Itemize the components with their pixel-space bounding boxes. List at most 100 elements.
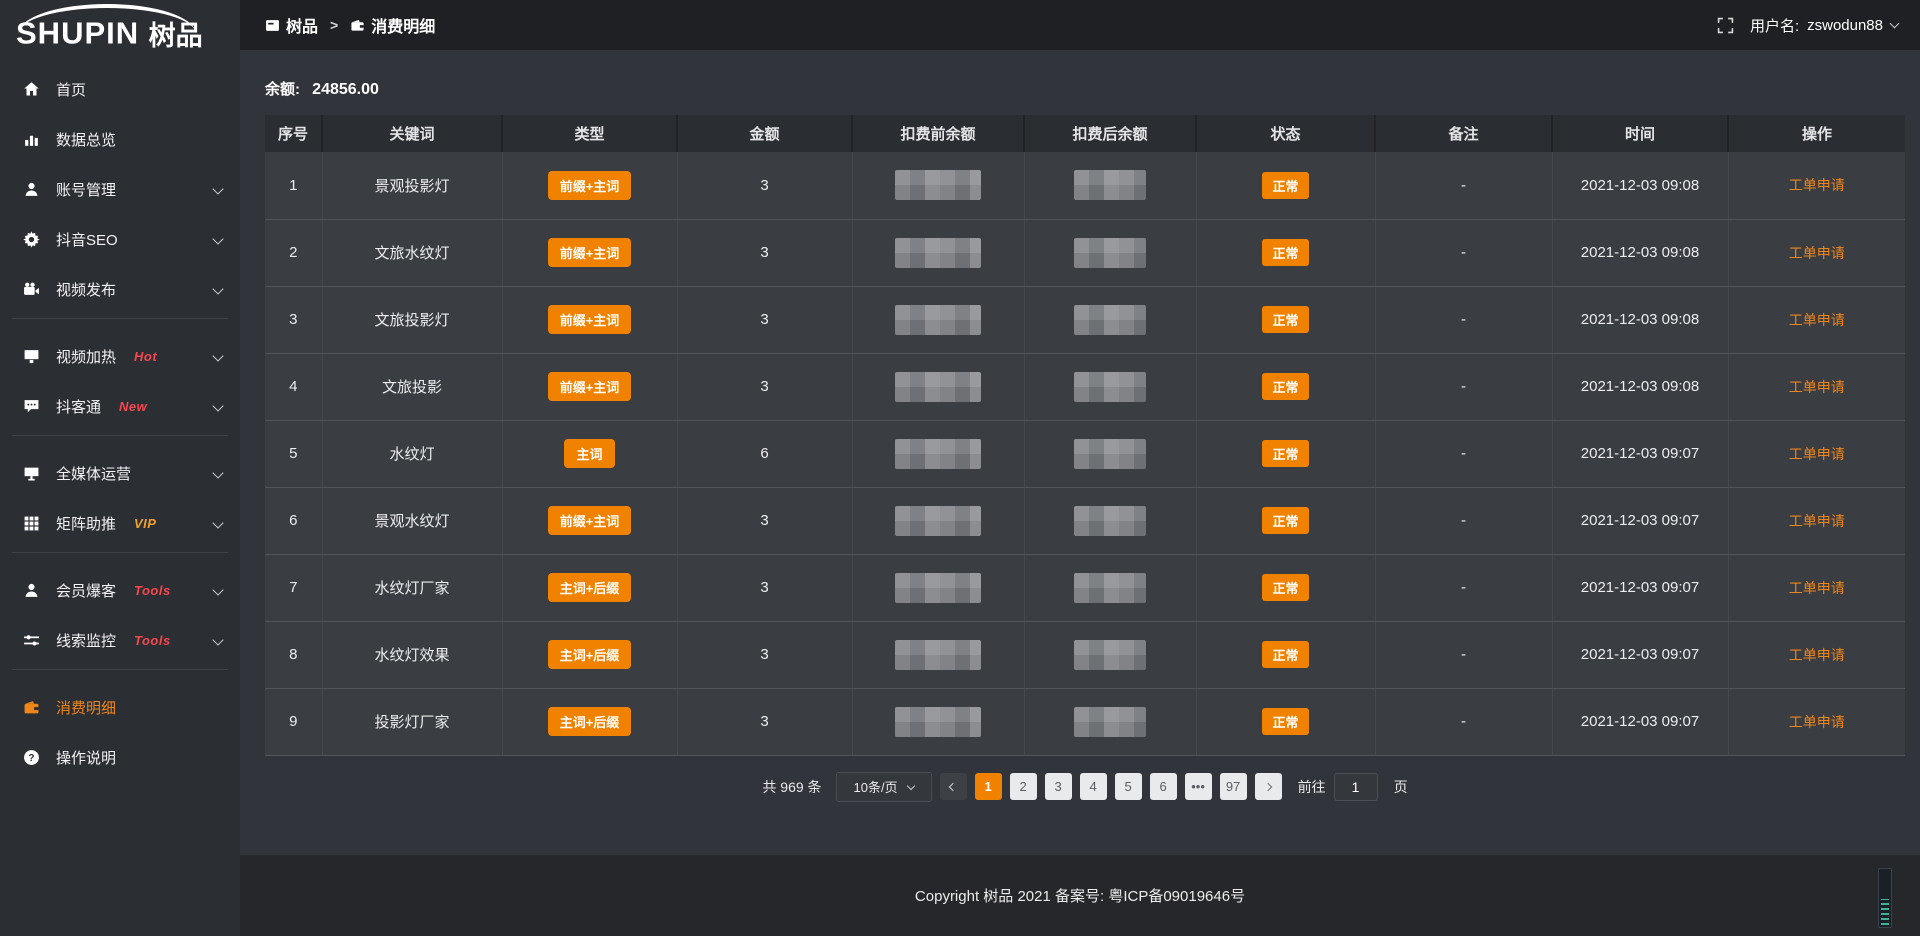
main-pane: 树品 > 消费明细 用户名: zswodun88 余额: 24856.00 — [240, 0, 1920, 936]
content-area: 余额: 24856.00 序号 关键词 类型 金额 扣费前余额 扣费 — [240, 50, 1920, 855]
cell-remark: - — [1375, 688, 1552, 755]
page-button-6[interactable]: 6 — [1150, 773, 1177, 800]
breadcrumb: 树品 > 消费明细 — [265, 13, 435, 37]
mini-widget — [1878, 868, 1892, 928]
new-tag: New — [119, 399, 147, 414]
censored-value — [895, 238, 981, 268]
gear-icon — [22, 230, 40, 248]
sidebar-item-member-baoke[interactable]: 会员爆客 Tools — [0, 569, 240, 611]
ticket-apply-link[interactable]: 工单申请 — [1789, 714, 1845, 730]
page-ellipsis-button[interactable]: ••• — [1185, 773, 1212, 800]
cell-balance-before — [852, 353, 1024, 420]
censored-value — [1074, 506, 1146, 536]
chevron-down-icon — [212, 517, 223, 528]
table-row: 7 水纹灯厂家 主词+后缀 3 正常 - 2021-12-03 09:07 工单… — [265, 554, 1905, 621]
cell-balance-before — [852, 554, 1024, 621]
table-row: 9 投影灯厂家 主词+后缀 3 正常 - 2021-12-03 09:07 工单… — [265, 688, 1905, 755]
header-status: 状态 — [1196, 115, 1375, 152]
censored-value — [1074, 573, 1146, 603]
cell-time: 2021-12-03 09:07 — [1552, 621, 1728, 688]
cell-balance-before — [852, 286, 1024, 353]
consumption-table: 序号 关键词 类型 金额 扣费前余额 扣费后余额 状态 备注 时间 操作 1 — [265, 115, 1905, 756]
prev-page-button[interactable] — [940, 773, 967, 800]
sidebar-item-video-heating[interactable]: 视频加热 Hot — [0, 335, 240, 377]
sidebar-item-douyin-seo[interactable]: 抖音SEO — [0, 218, 240, 260]
sidebar-item-account-management[interactable]: 账号管理 — [0, 168, 240, 210]
grid-icon — [22, 514, 40, 532]
cell-amount: 3 — [677, 688, 852, 755]
sidebar-item-douketong[interactable]: 抖客通 New — [0, 385, 240, 427]
sidebar-item-video-publish[interactable]: 视频发布 — [0, 268, 240, 310]
cell-balance-before — [852, 621, 1024, 688]
sidebar-item-label: 矩阵助推 — [56, 513, 116, 534]
cell-index: 5 — [265, 420, 322, 487]
sidebar-item-instructions[interactable]: ? 操作说明 — [0, 736, 240, 778]
cell-keyword: 水纹灯效果 — [322, 621, 502, 688]
svg-text:?: ? — [28, 753, 34, 764]
cell-time: 2021-12-03 09:08 — [1552, 353, 1728, 420]
sidebar-item-all-media-operation[interactable]: 全媒体运营 — [0, 452, 240, 494]
sidebar-item-label: 抖音SEO — [56, 229, 118, 250]
censored-value — [895, 305, 981, 335]
ticket-apply-link[interactable]: 工单申请 — [1789, 245, 1845, 261]
cell-action: 工单申请 — [1728, 487, 1905, 554]
ticket-apply-link[interactable]: 工单申请 — [1789, 177, 1845, 193]
page-button-5[interactable]: 5 — [1115, 773, 1142, 800]
user-menu[interactable]: 用户名: zswodun88 — [1750, 15, 1898, 36]
page-button-4[interactable]: 4 — [1080, 773, 1107, 800]
sidebar-item-clue-monitoring[interactable]: 线索监控 Tools — [0, 619, 240, 661]
tools-tag: Tools — [134, 583, 171, 598]
ticket-apply-link[interactable]: 工单申请 — [1789, 446, 1845, 462]
cell-keyword: 景观水纹灯 — [322, 487, 502, 554]
sidebar-item-data-overview[interactable]: 数据总览 — [0, 118, 240, 160]
pagination: 共 969 条 10条/页 1 2 3 4 5 6 ••• 97 前往 页 — [265, 772, 1905, 802]
cell-keyword: 水纹灯厂家 — [322, 554, 502, 621]
cell-remark: - — [1375, 554, 1552, 621]
chevron-down-icon — [212, 467, 223, 478]
ticket-apply-link[interactable]: 工单申请 — [1789, 312, 1845, 328]
ticket-apply-link[interactable]: 工单申请 — [1789, 379, 1845, 395]
cell-amount: 3 — [677, 353, 852, 420]
cell-balance-after — [1024, 353, 1196, 420]
censored-value — [895, 506, 981, 536]
ticket-apply-link[interactable]: 工单申请 — [1789, 647, 1845, 663]
page-button-3[interactable]: 3 — [1045, 773, 1072, 800]
ticket-apply-link[interactable]: 工单申请 — [1789, 580, 1845, 596]
cell-status: 正常 — [1196, 621, 1375, 688]
table-row: 4 文旅投影 前缀+主词 3 正常 - 2021-12-03 09:08 工单申… — [265, 353, 1905, 420]
question-circle-icon: ? — [22, 748, 40, 766]
sidebar-item-consumption-details[interactable]: 消费明细 — [0, 686, 240, 728]
page-button-1[interactable]: 1 — [975, 773, 1002, 800]
header-index: 序号 — [265, 115, 322, 152]
type-badge: 主词+后缀 — [548, 573, 632, 602]
cell-status: 正常 — [1196, 554, 1375, 621]
page-size-select[interactable]: 10条/页 — [836, 772, 932, 802]
cell-keyword: 景观投影灯 — [322, 152, 502, 219]
ticket-apply-link[interactable]: 工单申请 — [1789, 513, 1845, 529]
type-badge: 主词+后缀 — [548, 640, 632, 669]
table-row: 1 景观投影灯 前缀+主词 3 正常 - 2021-12-03 09:08 工单… — [265, 152, 1905, 219]
fullscreen-icon[interactable] — [1717, 17, 1734, 34]
table-row: 3 文旅投影灯 前缀+主词 3 正常 - 2021-12-03 09:08 工单… — [265, 286, 1905, 353]
page-button-97[interactable]: 97 — [1220, 773, 1247, 800]
chat-bubble-icon — [22, 397, 40, 415]
sidebar-item-home[interactable]: 首页 — [0, 68, 240, 110]
home-icon — [22, 80, 40, 98]
status-badge: 正常 — [1262, 306, 1308, 333]
breadcrumb-home[interactable]: 树品 — [286, 13, 318, 37]
sidebar-item-matrix-boost[interactable]: 矩阵助推 VIP — [0, 502, 240, 544]
cell-balance-after — [1024, 286, 1196, 353]
next-page-button[interactable] — [1255, 773, 1282, 800]
page-button-2[interactable]: 2 — [1010, 773, 1037, 800]
cell-index: 6 — [265, 487, 322, 554]
username-value: zswodun88 — [1807, 17, 1883, 34]
censored-value — [895, 439, 981, 469]
censored-value — [1074, 238, 1146, 268]
cell-index: 3 — [265, 286, 322, 353]
jump-page-input[interactable] — [1334, 773, 1378, 801]
cell-status: 正常 — [1196, 420, 1375, 487]
breadcrumb-separator: > — [330, 17, 338, 33]
status-badge: 正常 — [1262, 641, 1308, 668]
type-badge: 主词+后缀 — [548, 707, 632, 736]
cell-index: 9 — [265, 688, 322, 755]
